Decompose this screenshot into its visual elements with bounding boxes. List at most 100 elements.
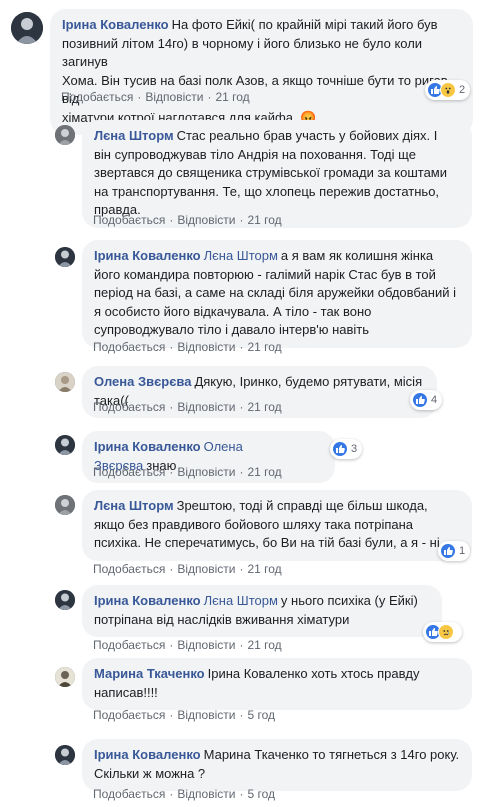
comment-actions: Подобається · Відповісти · 21 год bbox=[93, 562, 282, 576]
reply-link[interactable]: Відповісти bbox=[145, 90, 203, 104]
reactions-badge[interactable]: 2 bbox=[425, 80, 471, 100]
timestamp[interactable]: 21 год bbox=[247, 638, 281, 652]
comment-text-line: Скільки ж можна ? bbox=[94, 765, 206, 781]
comment-text-line: написав!!!! bbox=[94, 684, 158, 700]
reply-5: Лєна Шторм Зрештою, тоді й справді ще біл… bbox=[0, 485, 496, 580]
like-link[interactable]: Подобається bbox=[93, 400, 165, 414]
reply-link[interactable]: Відповісти bbox=[177, 340, 235, 354]
reactions-badge[interactable]: 4 bbox=[410, 390, 443, 410]
timestamp[interactable]: 5 год bbox=[247, 708, 275, 722]
comment-text-line: звертався до священика струмівської гром… bbox=[94, 165, 448, 180]
like-link[interactable]: Подобається bbox=[93, 562, 165, 576]
like-link[interactable]: Подобається bbox=[93, 708, 165, 722]
avatar[interactable] bbox=[55, 247, 75, 267]
comment-text-line: потріпана від наслідків вживання хіматур… bbox=[94, 611, 350, 627]
comment-actions: Подобається · Відповісти · 21 год bbox=[93, 340, 282, 354]
comment-text-line: супроводжувало тіло і давало інтерв'ю на… bbox=[94, 322, 370, 337]
separator-dot: · bbox=[137, 90, 142, 104]
reply-7: Марина Ткаченко Ірина Коваленко хоть хтос… bbox=[0, 655, 496, 735]
comment-text-line: період на базі, а саме на складі біля ар… bbox=[94, 285, 456, 300]
comment-author[interactable]: Ірина Коваленко bbox=[94, 248, 201, 263]
comment-text-line: Стас реально брав участь у бойових діях.… bbox=[176, 128, 438, 143]
timestamp[interactable]: 5 год bbox=[247, 787, 275, 801]
like-link[interactable]: Подобається bbox=[93, 638, 165, 652]
reply-1: Лєна Шторм Стас реально брав участь у бой… bbox=[0, 115, 496, 235]
timestamp[interactable]: 21 год bbox=[247, 562, 281, 576]
mention-link[interactable]: Лєна Шторм bbox=[204, 248, 278, 263]
comment-actions: Подобається · Відповісти · 5 год bbox=[93, 787, 275, 801]
comment-author[interactable]: Олена Звєрєва bbox=[94, 374, 191, 389]
separator-dot: · bbox=[169, 562, 174, 576]
comment-text-line: Марина Ткаченко то тягнеться з 14го року… bbox=[203, 747, 460, 762]
comment-actions: Подобається · Відповісти · 5 год bbox=[93, 708, 275, 722]
comment-text-line: у нього психіка (у Ейкі) bbox=[280, 593, 418, 608]
avatar[interactable] bbox=[55, 745, 75, 765]
reply-link[interactable]: Відповісти bbox=[177, 213, 235, 227]
reactions-badge[interactable]: 1 bbox=[438, 541, 471, 561]
comment-bubble: Лєна Шторм Стас реально брав участь у бой… bbox=[82, 120, 472, 228]
comment-text-line: позивний літом 14го) в чорному і його бл… bbox=[62, 35, 423, 70]
like-link[interactable]: Подобається bbox=[61, 90, 133, 104]
reply-2: Ірина Коваленко Лєна Шторм а я вам як коли… bbox=[0, 235, 496, 360]
timestamp[interactable]: 21 год bbox=[247, 465, 281, 479]
mention-link[interactable]: Лєна Шторм bbox=[204, 593, 278, 608]
comment-author[interactable]: Ірина Коваленко bbox=[94, 439, 201, 454]
timestamp[interactable]: 21 год bbox=[247, 213, 281, 227]
separator-dot: · bbox=[169, 400, 174, 414]
like-link[interactable]: Подобається bbox=[93, 465, 165, 479]
comment-author[interactable]: Ірина Коваленко bbox=[94, 593, 201, 608]
sad-icon bbox=[438, 624, 454, 640]
comment-bubble: Марина Ткаченко Ірина Коваленко хоть хтос… bbox=[82, 658, 472, 710]
reaction-count: 2 bbox=[459, 84, 466, 96]
comment-author[interactable]: Ірина Коваленко bbox=[94, 747, 201, 762]
comment-author[interactable]: Марина Ткаченко bbox=[94, 666, 205, 681]
separator-dot: · bbox=[239, 638, 244, 652]
avatar[interactable] bbox=[55, 667, 75, 687]
reply-3: Олена Звєрєва Дякую, Іринко, будемо рятув… bbox=[0, 360, 496, 425]
separator-dot: · bbox=[239, 465, 244, 479]
separator-dot: · bbox=[239, 562, 244, 576]
reply-link[interactable]: Відповісти bbox=[177, 787, 235, 801]
separator-dot: · bbox=[239, 787, 244, 801]
comment-text-line: я особисто його відкачувала. А тіло - та… bbox=[94, 303, 372, 319]
avatar[interactable] bbox=[55, 372, 75, 392]
reply-link[interactable]: Відповісти bbox=[177, 562, 235, 576]
comment-bubble: Ірина Коваленко Марина Ткаченко то тягнет… bbox=[82, 739, 472, 791]
comment-text-line: його командира повторюю - галімий нарік … bbox=[94, 266, 436, 282]
comment-text-line: він супроводжував тіло Андрія на похован… bbox=[94, 146, 416, 162]
avatar[interactable] bbox=[55, 435, 75, 455]
avatar[interactable] bbox=[11, 12, 43, 44]
separator-dot: · bbox=[239, 340, 244, 354]
reply-link[interactable]: Відповісти bbox=[177, 400, 235, 414]
avatar[interactable] bbox=[55, 125, 75, 145]
comment-text-line: на транспортування. Те, що хлопець переж… bbox=[94, 183, 440, 199]
separator-dot: · bbox=[207, 90, 212, 104]
like-link[interactable]: Подобається bbox=[93, 340, 165, 354]
like-icon bbox=[440, 543, 456, 559]
reply-link[interactable]: Відповісти bbox=[177, 465, 235, 479]
reply-link[interactable]: Відповісти bbox=[177, 638, 235, 652]
timestamp[interactable]: 21 год bbox=[215, 90, 249, 104]
timestamp[interactable]: 21 год bbox=[247, 340, 281, 354]
avatar[interactable] bbox=[55, 495, 75, 515]
reactions-badge[interactable]: 3 bbox=[330, 439, 363, 459]
comment-text-line: а я вам як колишня жінка bbox=[280, 248, 434, 263]
reply-4: Ірина Коваленко Олена Звєрєва знаю 3 Подоб… bbox=[0, 425, 496, 485]
like-icon bbox=[332, 441, 348, 457]
reaction-count: 4 bbox=[431, 394, 438, 406]
timestamp[interactable]: 21 год bbox=[247, 400, 281, 414]
comment-author[interactable]: Ірина Коваленко bbox=[62, 17, 169, 32]
comment-bubble: Лєна Шторм Зрештою, тоді й справді ще біл… bbox=[82, 490, 472, 561]
comment-actions: Подобається · Відповісти · 21 год bbox=[93, 400, 282, 414]
comment-actions: Подобається · Відповісти · 21 год bbox=[93, 638, 282, 652]
comment-author[interactable]: Лєна Шторм bbox=[94, 498, 174, 513]
like-link[interactable]: Подобається bbox=[93, 213, 165, 227]
avatar[interactable] bbox=[55, 590, 75, 610]
reactions-badge[interactable] bbox=[423, 622, 462, 642]
comment-0: Ірина Коваленко На фото Ейкі( по крайній … bbox=[0, 0, 496, 135]
comment-text-line: Зрештою, тоді й справді ще більш шкода, bbox=[176, 498, 428, 513]
reply-link[interactable]: Відповісти bbox=[177, 708, 235, 722]
comment-author[interactable]: Лєна Шторм bbox=[94, 128, 174, 143]
comment-text-line: На фото Ейкі( по крайній мірі такий його… bbox=[171, 17, 438, 32]
like-link[interactable]: Подобається bbox=[93, 787, 165, 801]
